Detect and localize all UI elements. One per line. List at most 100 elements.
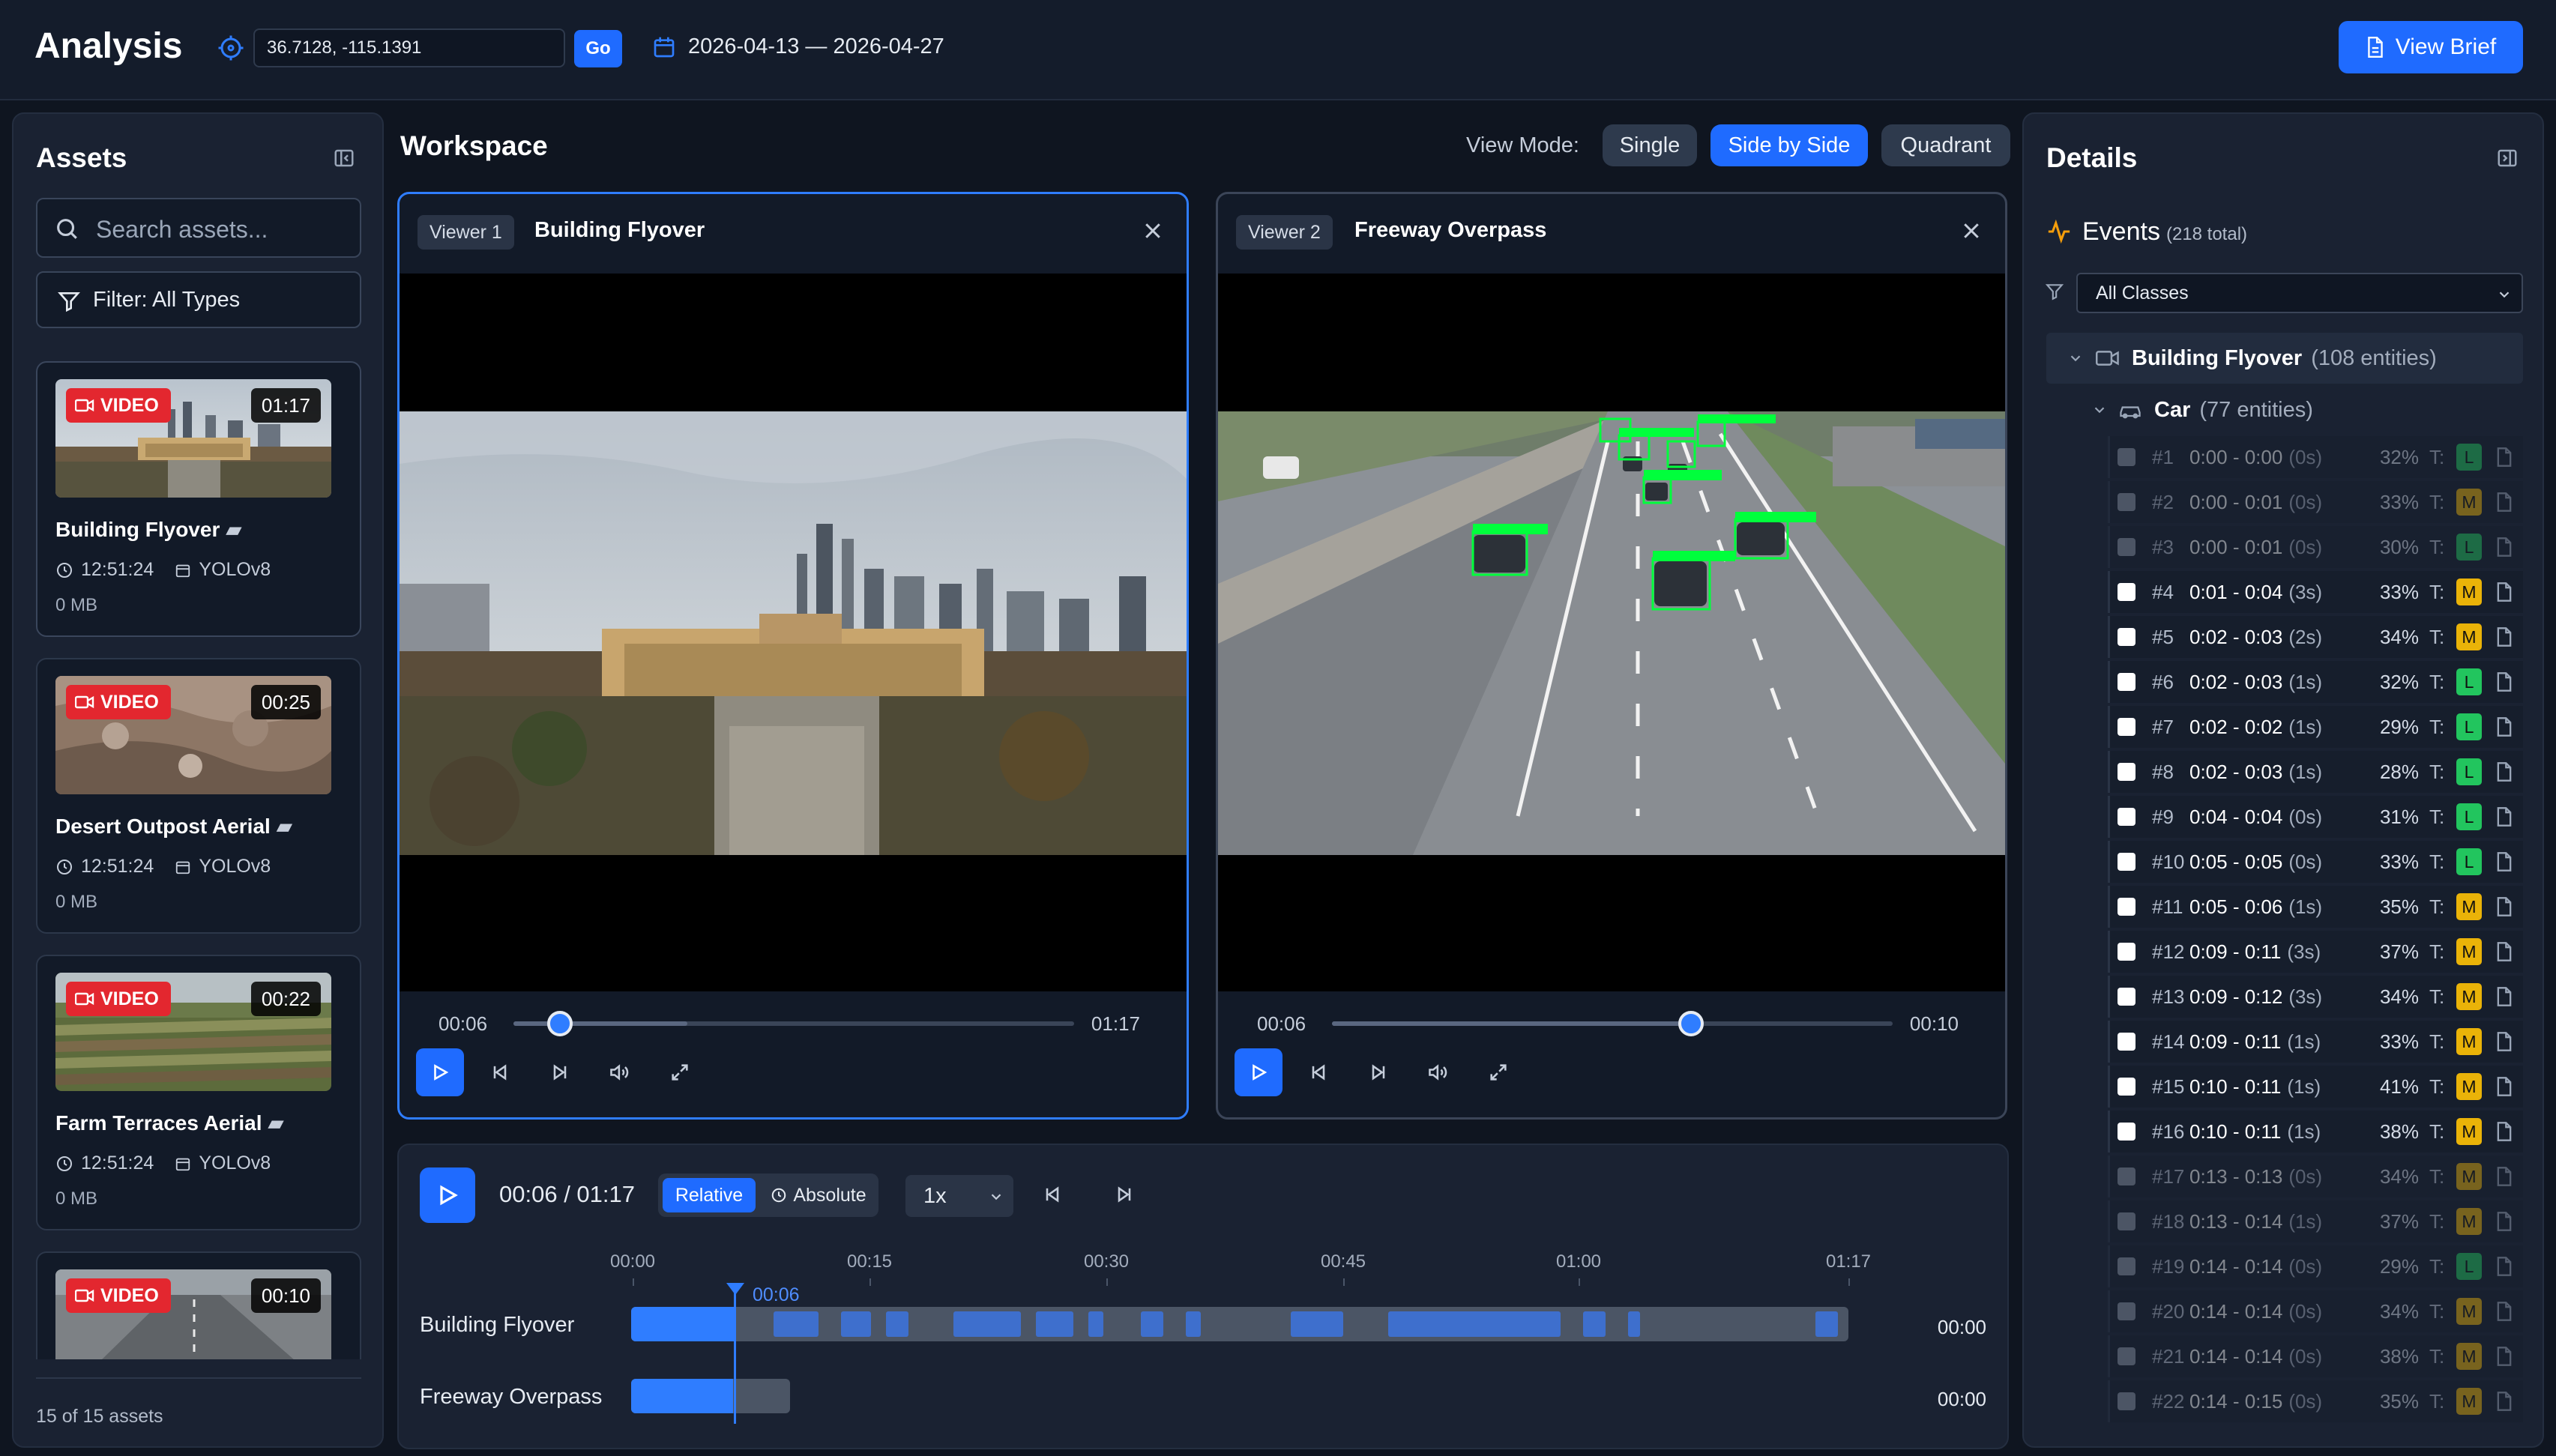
event-checkbox[interactable]: [2118, 1392, 2135, 1410]
event-subgroup-row[interactable]: Car (77 entities): [2046, 388, 2523, 432]
crosshair-icon[interactable]: [217, 34, 244, 61]
skip-back-button[interactable]: [476, 1048, 524, 1096]
event-checkbox[interactable]: [2118, 988, 2135, 1006]
document-icon[interactable]: [2495, 1121, 2513, 1142]
document-icon[interactable]: [2495, 1391, 2513, 1412]
play-button[interactable]: [416, 1048, 464, 1096]
go-button[interactable]: Go: [574, 30, 622, 67]
asset-card[interactable]: VIDEO 00:25 Desert Outpost Aerial ▰ 12:5…: [36, 658, 361, 934]
track-event[interactable]: [886, 1311, 908, 1337]
event-row[interactable]: #3 0:00 - 0:01 (0s) 30% T: L: [2108, 526, 2523, 568]
event-checkbox[interactable]: [2118, 538, 2135, 556]
event-checkbox[interactable]: [2118, 583, 2135, 601]
track-event[interactable]: [841, 1311, 871, 1337]
timeline-skip-back-button[interactable]: [1037, 1179, 1067, 1209]
event-row[interactable]: #21 0:14 - 0:14 (0s) 38% T: M: [2108, 1335, 2523, 1377]
event-row[interactable]: #6 0:02 - 0:03 (1s) 32% T: L: [2108, 661, 2523, 703]
skip-forward-button[interactable]: [536, 1048, 584, 1096]
event-row[interactable]: #19 0:14 - 0:14 (0s) 29% T: L: [2108, 1245, 2523, 1287]
track-event[interactable]: [1628, 1311, 1640, 1337]
event-checkbox[interactable]: [2118, 673, 2135, 691]
event-checkbox[interactable]: [2118, 943, 2135, 961]
event-row[interactable]: #5 0:02 - 0:03 (2s) 34% T: M: [2108, 616, 2523, 658]
event-checkbox[interactable]: [2118, 493, 2135, 511]
event-row[interactable]: #15 0:10 - 0:11 (1s) 41% T: M: [2108, 1066, 2523, 1108]
timeline-play-button[interactable]: [420, 1167, 475, 1223]
event-row[interactable]: #2 0:00 - 0:01 (0s) 33% T: M: [2108, 481, 2523, 523]
event-row[interactable]: #20 0:14 - 0:14 (0s) 34% T: M: [2108, 1290, 2523, 1332]
event-checkbox[interactable]: [2118, 898, 2135, 916]
filter-button[interactable]: Filter: All Types: [36, 271, 361, 328]
event-group-row[interactable]: Building Flyover (108 entities): [2046, 333, 2523, 384]
document-icon[interactable]: [2495, 851, 2513, 872]
absolute-toggle[interactable]: Absolute: [763, 1178, 874, 1212]
event-checkbox[interactable]: [2118, 1257, 2135, 1275]
track-event[interactable]: [953, 1311, 1021, 1337]
view-mode-single-button[interactable]: Single: [1603, 124, 1697, 166]
collapse-panel-icon[interactable]: [333, 147, 355, 169]
date-range[interactable]: 2026-04-13 — 2026-04-27: [688, 34, 944, 59]
event-row[interactable]: #18 0:13 - 0:14 (1s) 37% T: M: [2108, 1200, 2523, 1242]
skip-back-button[interactable]: [1294, 1048, 1342, 1096]
seek-bar[interactable]: [513, 1011, 1074, 1036]
seek-thumb[interactable]: [1678, 1011, 1704, 1036]
track-event[interactable]: [774, 1311, 819, 1337]
playhead[interactable]: [734, 1284, 736, 1424]
view-mode-side-by-side-button[interactable]: Side by Side: [1710, 124, 1868, 166]
search-input[interactable]: [96, 214, 351, 244]
viewer-1[interactable]: Viewer 1 Building Flyover 00:06 01:17: [397, 192, 1189, 1120]
document-icon[interactable]: [2495, 671, 2513, 692]
event-row[interactable]: #10 0:05 - 0:05 (0s) 33% T: L: [2108, 841, 2523, 883]
document-icon[interactable]: [2495, 1166, 2513, 1187]
view-mode-quadrant-button[interactable]: Quadrant: [1881, 124, 2010, 166]
volume-button[interactable]: [596, 1048, 644, 1096]
video-player[interactable]: [400, 274, 1187, 991]
event-row[interactable]: #1 0:00 - 0:00 (0s) 32% T: L: [2108, 436, 2523, 478]
event-checkbox[interactable]: [2118, 1033, 2135, 1051]
viewer-2[interactable]: Viewer 2 Freeway Overpass 00:06 00:10: [1216, 192, 2007, 1120]
event-checkbox[interactable]: [2118, 1302, 2135, 1320]
class-filter-select[interactable]: All Classes: [2076, 273, 2523, 313]
track-event[interactable]: [1583, 1311, 1606, 1337]
track-event[interactable]: [1291, 1311, 1343, 1337]
document-icon[interactable]: [2495, 986, 2513, 1007]
skip-forward-button[interactable]: [1354, 1048, 1402, 1096]
document-icon[interactable]: [2495, 1076, 2513, 1097]
event-row[interactable]: #12 0:09 - 0:11 (3s) 37% T: M: [2108, 931, 2523, 973]
track-event[interactable]: [1388, 1311, 1561, 1337]
playhead-handle[interactable]: [726, 1283, 744, 1295]
event-row[interactable]: #8 0:02 - 0:03 (1s) 28% T: L: [2108, 751, 2523, 793]
event-checkbox[interactable]: [2118, 808, 2135, 826]
collapse-panel-icon[interactable]: [2496, 147, 2519, 169]
view-brief-button[interactable]: View Brief: [2339, 21, 2523, 73]
document-icon[interactable]: [2495, 941, 2513, 962]
event-checkbox[interactable]: [2118, 1347, 2135, 1365]
asset-card[interactable]: VIDEO 01:17 Building Flyover ▰ 12:51:24 …: [36, 361, 361, 637]
event-row[interactable]: #17 0:13 - 0:13 (0s) 34% T: M: [2108, 1156, 2523, 1197]
document-icon[interactable]: [2495, 1211, 2513, 1232]
fullscreen-button[interactable]: [656, 1048, 704, 1096]
event-checkbox[interactable]: [2118, 628, 2135, 646]
document-icon[interactable]: [2495, 1301, 2513, 1322]
event-row[interactable]: #22 0:14 - 0:15 (0s) 35% T: M: [2108, 1380, 2523, 1422]
document-icon[interactable]: [2495, 492, 2513, 513]
track-event[interactable]: [1036, 1311, 1073, 1337]
event-checkbox[interactable]: [2118, 448, 2135, 466]
video-player[interactable]: [1218, 274, 2005, 991]
document-icon[interactable]: [2495, 1256, 2513, 1277]
event-checkbox[interactable]: [2118, 1078, 2135, 1096]
asset-card[interactable]: VIDEO 00:10: [36, 1251, 361, 1359]
seek-bar[interactable]: [1332, 1011, 1893, 1036]
playback-speed-select[interactable]: 1x: [905, 1175, 1013, 1217]
document-icon[interactable]: [2495, 806, 2513, 827]
event-checkbox[interactable]: [2118, 1167, 2135, 1185]
document-icon[interactable]: [2495, 447, 2513, 468]
track-event[interactable]: [1141, 1311, 1163, 1337]
event-checkbox[interactable]: [2118, 853, 2135, 871]
seek-thumb[interactable]: [547, 1011, 573, 1036]
document-icon[interactable]: [2495, 1346, 2513, 1367]
fullscreen-button[interactable]: [1474, 1048, 1522, 1096]
event-checkbox[interactable]: [2118, 1123, 2135, 1141]
document-icon[interactable]: [2495, 582, 2513, 602]
event-row[interactable]: #14 0:09 - 0:11 (1s) 33% T: M: [2108, 1021, 2523, 1063]
